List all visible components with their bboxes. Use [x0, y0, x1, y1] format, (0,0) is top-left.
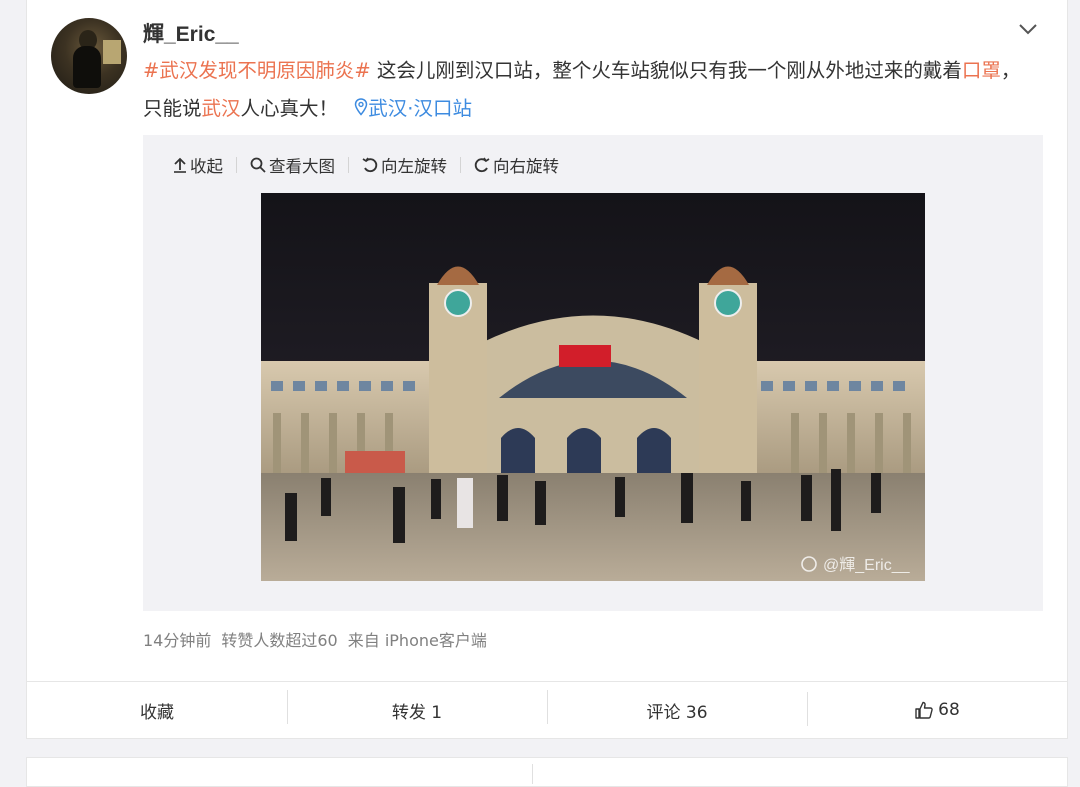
view-large-label: 查看大图: [269, 157, 335, 176]
rotate-right-button[interactable]: 向右旋转: [474, 153, 559, 177]
search-icon: [250, 157, 266, 173]
post-source[interactable]: 来自 iPhone客户端: [348, 627, 487, 651]
rotate-right-icon: [474, 157, 490, 173]
location-link[interactable]: 武汉·汉口站: [354, 97, 472, 120]
repost-button[interactable]: 转发 1: [287, 689, 547, 724]
weibo-post-card: 輝_Eric__ #武汉发现不明原因肺炎# 这会儿刚到汉口站，整个火车站貌似只有…: [26, 0, 1068, 681]
thumbs-up-icon: [915, 701, 933, 719]
view-large-button[interactable]: 查看大图: [250, 153, 335, 177]
action-bar: 收藏 转发 1 评论 36 68: [26, 681, 1068, 739]
comment-button[interactable]: 评论 36: [547, 689, 807, 724]
post-photo[interactable]: @輝_Eric__: [261, 193, 925, 581]
photo-watermark: @輝_Eric__: [823, 556, 911, 574]
keyword-link[interactable]: 武汉: [202, 97, 241, 120]
rotate-right-label: 向右旋转: [493, 157, 559, 176]
train-station-photo: @輝_Eric__: [261, 193, 925, 581]
reposts-note: 转赞人数超过60: [221, 631, 338, 650]
like-button[interactable]: 68: [807, 692, 1067, 726]
rotate-left-icon: [362, 157, 378, 173]
rotate-left-label: 向左旋转: [381, 157, 447, 176]
collapse-label: 收起: [190, 157, 223, 176]
keyword-link[interactable]: 口罩: [962, 59, 1001, 82]
post-time[interactable]: 14分钟前: [143, 627, 211, 651]
rotate-left-button[interactable]: 向左旋转: [362, 153, 447, 177]
favorite-button[interactable]: 收藏: [27, 698, 287, 723]
like-count: 68: [938, 700, 960, 720]
post-meta: 14分钟前 转赞人数超过60 来自 iPhone客户端: [143, 627, 487, 651]
favorite-label: 收藏: [140, 702, 174, 723]
arrow-up-icon: [174, 157, 186, 173]
topic-hashtag[interactable]: #武汉发现不明原因肺炎#: [143, 59, 371, 82]
chevron-down-icon[interactable]: [1017, 18, 1039, 40]
avatar[interactable]: [51, 18, 127, 94]
comment-label: 评论 36: [646, 702, 708, 723]
post-text: #武汉发现不明原因肺炎# 这会儿刚到汉口站，整个火车站貌似只有我一个刚从外地过来…: [143, 52, 1023, 128]
next-post-card: [26, 757, 1068, 787]
username[interactable]: 輝_Eric__: [143, 18, 239, 48]
text-part: 这会儿刚到汉口站，整个火车站貌似只有我一个刚从外地过来的戴着: [370, 59, 962, 82]
text-part: 人心真大！: [240, 97, 339, 120]
collapse-button[interactable]: 收起: [173, 153, 223, 177]
repost-label: 转发 1: [391, 702, 443, 723]
media-toolbar: 收起 查看大图 向左旋转 向右旋转: [173, 153, 559, 177]
location-text: 武汉·汉口站: [368, 97, 472, 120]
location-pin-icon: [354, 98, 368, 116]
media-panel: 收起 查看大图 向左旋转 向右旋转 @輝_Eric__: [143, 135, 1043, 611]
